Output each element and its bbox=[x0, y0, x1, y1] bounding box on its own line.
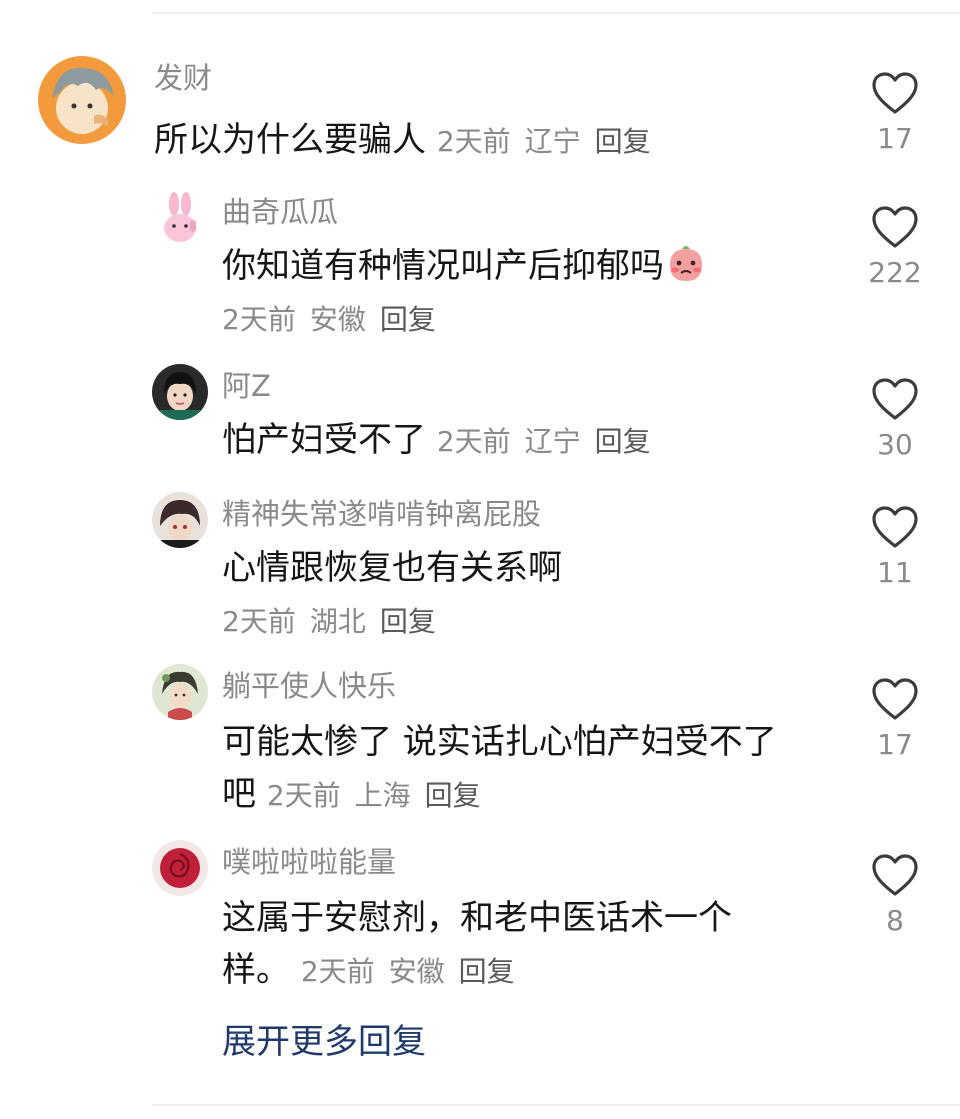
pink-rabbit-avatar-icon[interactable] bbox=[152, 190, 208, 246]
comment-meta: 2天前 辽宁 回复 bbox=[437, 125, 651, 158]
like-button[interactable]: 17 bbox=[860, 676, 930, 762]
heart-icon bbox=[872, 206, 918, 248]
comment-meta: 2天前 安徽 回复 bbox=[301, 955, 515, 988]
comment-location: 上海 bbox=[354, 779, 411, 812]
comment-body: 所以为什么要骗人 2天前 辽宁 回复 bbox=[154, 114, 734, 168]
comment-body: 这属于安慰剂，和老中医话术一个样。 2天前 安徽 回复 bbox=[222, 892, 796, 998]
comment-text: 心情跟恢复也有关系啊 bbox=[222, 548, 562, 588]
reply-button[interactable]: 回复 bbox=[459, 955, 515, 988]
bottom-divider bbox=[152, 1104, 960, 1106]
comment-body: 你知道有种情况叫产后抑郁吗 2天前 安徽 回复 bbox=[222, 240, 802, 346]
heart-icon bbox=[872, 678, 918, 720]
like-button[interactable]: 17 bbox=[860, 70, 930, 156]
reply-button[interactable]: 回复 bbox=[380, 303, 436, 336]
comment-time: 2天前 bbox=[222, 605, 296, 638]
heart-icon bbox=[872, 72, 918, 114]
comment-body: 心情跟恢复也有关系啊 2天前 湖北 回复 bbox=[222, 542, 802, 648]
comment-time: 2天前 bbox=[436, 425, 511, 458]
comment-text: 你知道有种情况叫产后抑郁吗 bbox=[222, 246, 664, 286]
heart-icon bbox=[872, 378, 918, 420]
red-rose-avatar-icon[interactable] bbox=[152, 840, 208, 896]
like-button[interactable]: 30 bbox=[860, 376, 930, 462]
reply-button[interactable]: 回复 bbox=[380, 605, 436, 638]
crying-blush-face-emoji bbox=[670, 246, 702, 281]
comment-location: 安徽 bbox=[309, 303, 366, 336]
comment-username[interactable]: 曲奇瓜瓜 bbox=[222, 192, 338, 232]
comment-meta: 2天前 安徽 回复 bbox=[222, 303, 436, 336]
like-count: 30 bbox=[877, 428, 913, 461]
reply-button[interactable]: 回复 bbox=[425, 779, 481, 812]
like-button[interactable]: 222 bbox=[860, 204, 930, 290]
comment-location: 湖北 bbox=[309, 605, 366, 638]
anime-character-avatar-icon[interactable] bbox=[38, 56, 126, 144]
comment-username[interactable]: 发财 bbox=[154, 58, 212, 98]
like-button[interactable]: 11 bbox=[860, 504, 930, 590]
girl-portrait-avatar-icon[interactable] bbox=[152, 364, 208, 420]
comment-meta: 2天前 辽宁 回复 bbox=[437, 425, 651, 458]
comment-time: 2天前 bbox=[222, 303, 296, 336]
like-count: 8 bbox=[886, 904, 904, 937]
heart-icon bbox=[872, 854, 918, 896]
comment-text: 所以为什么要骗人 bbox=[154, 120, 426, 160]
heart-icon bbox=[872, 506, 918, 548]
like-count: 17 bbox=[877, 728, 913, 761]
comment-username[interactable]: 精神失常遂啃啃钟离屁股 bbox=[222, 494, 541, 534]
comment-location: 辽宁 bbox=[524, 125, 581, 158]
comment-time: 2天前 bbox=[266, 779, 341, 812]
expand-more-replies-button[interactable]: 展开更多回复 bbox=[222, 1018, 426, 1066]
anime-boy-avatar-icon[interactable] bbox=[152, 492, 208, 548]
comment-body: 可能太惨了 说实话扎心怕产妇受不了吧 2天前 上海 回复 bbox=[222, 716, 796, 822]
reply-button[interactable]: 回复 bbox=[595, 425, 651, 458]
like-count: 17 bbox=[877, 122, 913, 155]
comment-location: 辽宁 bbox=[524, 425, 581, 458]
comment-location: 安徽 bbox=[388, 955, 445, 988]
comment-meta: 2天前 上海 回复 bbox=[267, 779, 481, 812]
painting-lady-avatar-icon[interactable] bbox=[152, 664, 208, 720]
comment-username[interactable]: 噗啦啦啦能量 bbox=[222, 842, 396, 882]
comment-meta: 2天前 湖北 回复 bbox=[222, 605, 436, 638]
like-count: 11 bbox=[877, 556, 913, 589]
comment-time: 2天前 bbox=[436, 125, 511, 158]
comment-time: 2天前 bbox=[300, 955, 375, 988]
comment-username[interactable]: 躺平使人快乐 bbox=[222, 666, 396, 706]
like-count: 222 bbox=[868, 256, 922, 289]
comment-body: 怕产妇受不了 2天前 辽宁 回复 bbox=[222, 414, 802, 468]
reply-button[interactable]: 回复 bbox=[595, 125, 651, 158]
like-button[interactable]: 8 bbox=[860, 852, 930, 938]
top-divider bbox=[152, 12, 960, 14]
comment-username[interactable]: 阿Z bbox=[222, 366, 271, 406]
comment-text: 怕产妇受不了 bbox=[222, 420, 426, 460]
